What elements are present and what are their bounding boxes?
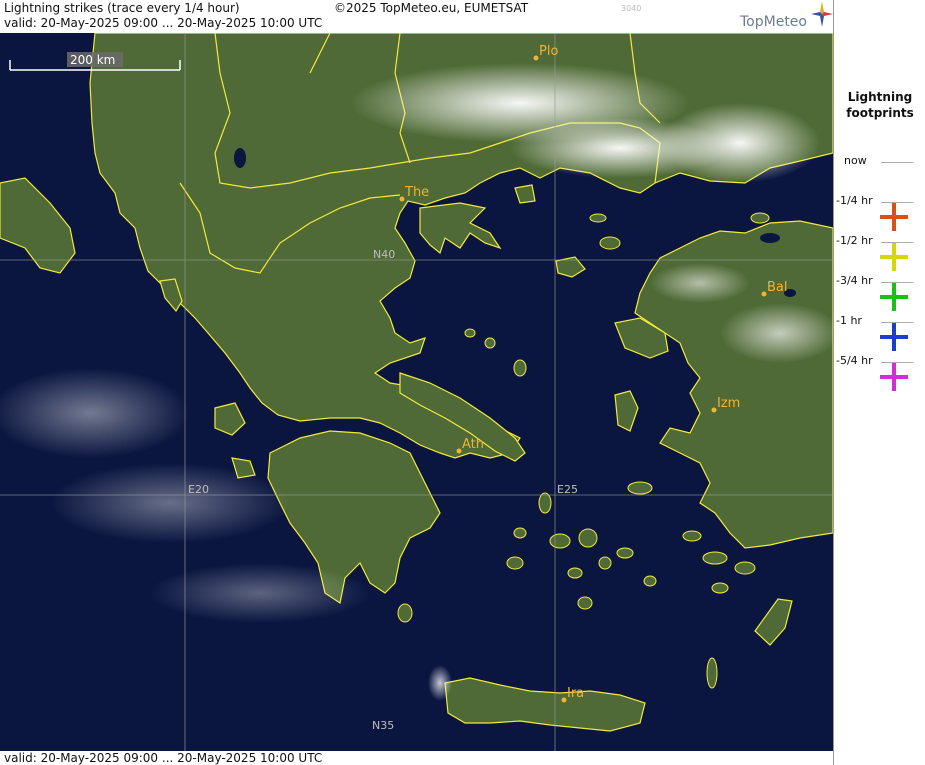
lat-label-n40: N40 — [373, 248, 395, 261]
satellite-map[interactable]: N40 N35 E20 E25 200 km Plo The Bal Izm A… — [0, 33, 833, 751]
city-izm: Izm — [717, 396, 740, 411]
legend-item-label: -1/2 hr — [836, 234, 873, 247]
compass-logo-icon — [811, 1, 833, 27]
legend-item: -5/4 hr — [834, 354, 925, 394]
map-title: Lightning strikes (trace every 1/4 hour) — [4, 1, 240, 15]
lightning-cross-icon — [880, 323, 908, 351]
city-bal: Bal — [767, 280, 788, 295]
legend-title-line2: footprints — [846, 106, 914, 120]
legend-item-label: -1/4 hr — [836, 194, 873, 207]
header-bar: Lightning strikes (trace every 1/4 hour)… — [0, 0, 833, 33]
lon-label-e25: E25 — [557, 483, 578, 496]
legend-item: now — [834, 154, 925, 194]
legend-item-label: -1 hr — [836, 314, 862, 327]
legend-tick — [881, 162, 913, 163]
lightning-cross-icon — [880, 243, 908, 271]
lightning-legend: Lightning footprints now -1/4 hr -1/2 hr -3… — [833, 0, 925, 765]
legend-item-label: -5/4 hr — [836, 354, 873, 367]
city-plo: Plo — [539, 44, 558, 59]
lon-label-e20: E20 — [188, 483, 209, 496]
lightning-cross-icon — [880, 363, 908, 391]
legend-item: -3/4 hr — [834, 274, 925, 314]
legend-item: -1/2 hr — [834, 234, 925, 274]
footer-bar: valid: 20-May-2025 09:00 ... 20-May-2025… — [0, 751, 833, 765]
city-ath: Ath — [462, 437, 484, 452]
city-the: The — [404, 185, 429, 200]
legend-item-label: -3/4 hr — [836, 274, 873, 287]
legend-item: -1 hr — [834, 314, 925, 354]
valid-time-top: valid: 20-May-2025 09:00 ... 20-May-2025… — [4, 16, 323, 30]
map-canvas: N40 N35 E20 E25 200 km Plo The Bal Izm A… — [0, 33, 833, 751]
map-code: 3040 — [621, 4, 642, 13]
lightning-cross-icon — [880, 283, 908, 311]
legend-title: Lightning footprints — [834, 89, 925, 121]
lat-label-n35: N35 — [372, 719, 394, 732]
scale-label: 200 km — [70, 53, 115, 67]
legend-item-label: now — [844, 154, 867, 167]
lightning-cross-icon — [880, 203, 908, 231]
city-ira: Ira — [567, 686, 584, 701]
copyright-text: ©2025 TopMeteo.eu, EUMETSAT — [334, 1, 529, 15]
legend-title-line1: Lightning — [847, 90, 913, 104]
legend-item: -1/4 hr — [834, 194, 925, 234]
valid-time-bottom: valid: 20-May-2025 09:00 ... 20-May-2025… — [4, 751, 323, 765]
topmeteo-logo: TopMeteo — [740, 14, 807, 30]
